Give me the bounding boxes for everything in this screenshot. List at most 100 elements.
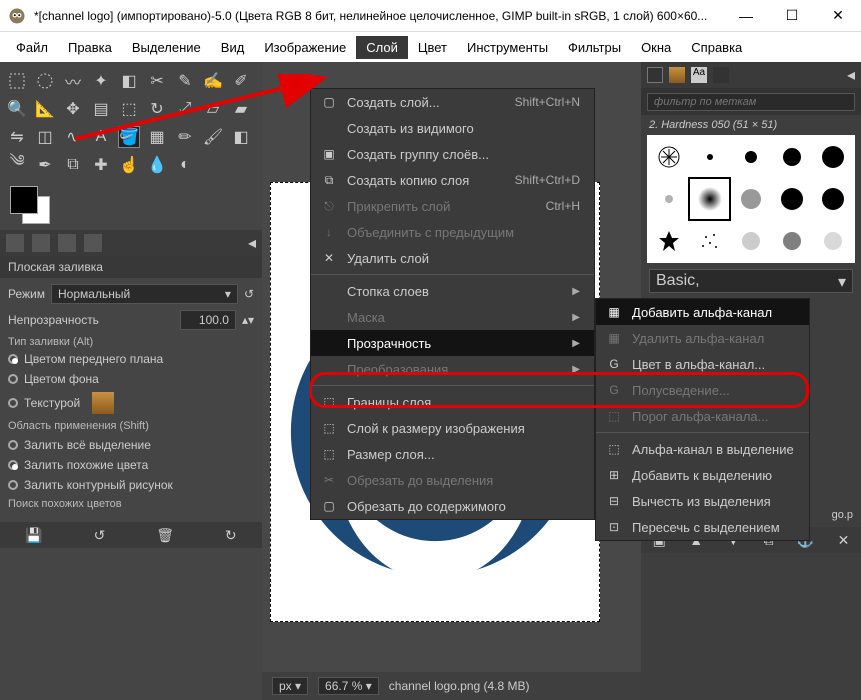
minimize-button[interactable]: — [723, 0, 769, 31]
maximize-button[interactable]: ☐ [769, 0, 815, 31]
scope-similar-radio[interactable] [8, 460, 18, 470]
tool-smudge[interactable]: ☝ [118, 154, 140, 176]
color-swatches[interactable] [0, 184, 262, 230]
brush-filter-input[interactable] [647, 93, 855, 111]
menu-layer[interactable]: Слой [356, 36, 408, 59]
delete-icon[interactable]: 🗑 [156, 527, 174, 544]
fill-pattern-radio[interactable] [8, 398, 18, 408]
transparency-menu-item-2[interactable]: GЦвет в альфа-канал... [596, 351, 809, 377]
menu-colors[interactable]: Цвет [408, 36, 457, 59]
layer-menu-item-17[interactable]: ▢Обрезать до содержимого [311, 493, 594, 519]
close-button[interactable]: ✕ [815, 0, 861, 31]
tab-history[interactable] [713, 67, 729, 83]
tool-fuzzy-select[interactable]: ✦ [90, 70, 112, 92]
tool-rotate[interactable]: ↻ [146, 98, 168, 120]
tool-free-select[interactable]: 〰 [62, 70, 84, 92]
submenu-arrow-icon: ▶ [572, 312, 580, 323]
menu-file[interactable]: Файл [6, 36, 58, 59]
mode-select[interactable]: Нормальный ▾ [51, 284, 238, 304]
tab-device-status[interactable] [32, 234, 50, 252]
tool-pencil[interactable]: ✏ [174, 126, 196, 148]
layer-menu-item-3[interactable]: ⧉Создать копию слояShift+Ctrl+D [311, 167, 594, 193]
tab-fonts[interactable]: Aa [691, 67, 707, 83]
tool-color-picker[interactable]: ✐ [230, 70, 252, 92]
tool-paths[interactable]: ✍ [202, 70, 224, 92]
layer-menu-item-6[interactable]: ✕Удалить слой [311, 245, 594, 271]
layer-menu-item-8[interactable]: Стопка слоев▶ [311, 278, 594, 304]
tool-dodge[interactable]: ◐ [174, 154, 196, 176]
opacity-input[interactable]: 100.0 [180, 310, 236, 330]
menu-help[interactable]: Справка [681, 36, 752, 59]
tool-text[interactable]: A [90, 126, 112, 148]
tool-crop[interactable]: ⬚ [118, 98, 140, 120]
brush-preset-select[interactable]: Basic,▾ [649, 269, 853, 293]
layer-menu-item-2[interactable]: ▣Создать группу слоёв... [311, 141, 594, 167]
layer-menu-item-14[interactable]: ⬚Слой к размеру изображения [311, 415, 594, 441]
menu-tools[interactable]: Инструменты [457, 36, 558, 59]
brush-grid[interactable] [647, 135, 855, 263]
tool-eraser[interactable]: ◧ [230, 126, 252, 148]
tab-patterns[interactable] [669, 67, 685, 83]
layer-menu-item-10[interactable]: Прозрачность▶ [311, 330, 594, 356]
scope-edge-radio[interactable] [8, 480, 18, 490]
tool-align[interactable]: ▤ [90, 98, 112, 120]
menu-view[interactable]: Вид [211, 36, 255, 59]
tab-tool-options[interactable] [6, 234, 24, 252]
transparency-menu-item-9[interactable]: ⊡Пересечь с выделением [596, 514, 809, 540]
tool-heal[interactable]: ✚ [90, 154, 112, 176]
tool-bucket-fill[interactable]: 🪣 [118, 126, 140, 148]
transparency-menu-item-7[interactable]: ⊞Добавить к выделению [596, 462, 809, 488]
menu-select[interactable]: Выделение [122, 36, 211, 59]
layer-menu-item-13[interactable]: ⬚Границы слоя... [311, 389, 594, 415]
tool-cage[interactable]: ◫ [34, 126, 56, 148]
tool-ink[interactable]: ✒ [34, 154, 56, 176]
tool-clone[interactable]: ⧉ [62, 154, 84, 176]
tool-by-color[interactable]: ◧ [118, 70, 140, 92]
scope-all-radio[interactable] [8, 440, 18, 450]
tab-images[interactable] [84, 234, 102, 252]
zoom-select[interactable]: 66.7 % ▾ [318, 677, 379, 695]
fill-pattern-label: Текстурой [24, 396, 80, 410]
tool-perspective[interactable]: ▰ [230, 98, 252, 120]
tab-menu-icon[interactable]: ◂ [248, 233, 256, 253]
tool-move[interactable]: ✥ [62, 98, 84, 120]
unit-select[interactable]: px ▾ [272, 677, 308, 695]
fill-fg-radio[interactable] [8, 354, 18, 364]
tab-brushes[interactable] [647, 67, 663, 83]
menu-windows[interactable]: Окна [631, 36, 681, 59]
pattern-preview[interactable] [92, 392, 114, 414]
tool-gradient[interactable]: ▦ [146, 126, 168, 148]
tool-shear[interactable]: ▱ [202, 98, 224, 120]
mode-extra-icon[interactable]: ↺ [244, 287, 254, 301]
fill-bg-radio[interactable] [8, 374, 18, 384]
tool-paintbrush[interactable]: 🖌 [202, 126, 224, 148]
transparency-menu-item-0[interactable]: ▦Добавить альфа-канал [596, 299, 809, 325]
menu-item-icon: ▦ [606, 304, 622, 320]
transparency-menu-item-6[interactable]: ⬚Альфа-канал в выделение [596, 436, 809, 462]
tab-menu-icon[interactable]: ◂ [847, 65, 855, 85]
transparency-menu-item-8[interactable]: ⊟Вычесть из выделения [596, 488, 809, 514]
tool-ellipse-select[interactable] [34, 70, 56, 92]
restore-icon[interactable]: ↺ [94, 527, 106, 544]
fg-color-swatch[interactable] [10, 186, 38, 214]
menu-edit[interactable]: Правка [58, 36, 122, 59]
layer-menu-item-1[interactable]: Создать из видимого [311, 115, 594, 141]
tool-blur[interactable]: 💧 [146, 154, 168, 176]
tool-airbrush[interactable]: ༄ [6, 154, 28, 176]
tool-zoom[interactable]: 🔍 [6, 98, 28, 120]
tool-foreground[interactable]: ✎ [174, 70, 196, 92]
tab-undo-history[interactable] [58, 234, 76, 252]
reset-icon[interactable]: ↻ [225, 527, 237, 544]
save-preset-icon[interactable]: 💾 [25, 527, 42, 544]
layer-menu-item-0[interactable]: ▢Создать слой...Shift+Ctrl+N [311, 89, 594, 115]
delete-layer-icon[interactable]: ✕ [838, 532, 850, 549]
opacity-spin-icon[interactable]: ▴▾ [242, 313, 254, 327]
menu-filters[interactable]: Фильтры [558, 36, 631, 59]
tool-scissors[interactable]: ✂ [146, 70, 168, 92]
menu-image[interactable]: Изображение [254, 36, 356, 59]
tool-measure[interactable]: 📐 [34, 98, 56, 120]
layer-menu-item-15[interactable]: ⬚Размер слоя... [311, 441, 594, 467]
tool-scale[interactable]: ⤢ [174, 98, 196, 120]
tool-rect-select[interactable] [6, 70, 28, 92]
tool-warp[interactable]: ∿ [62, 126, 84, 148]
